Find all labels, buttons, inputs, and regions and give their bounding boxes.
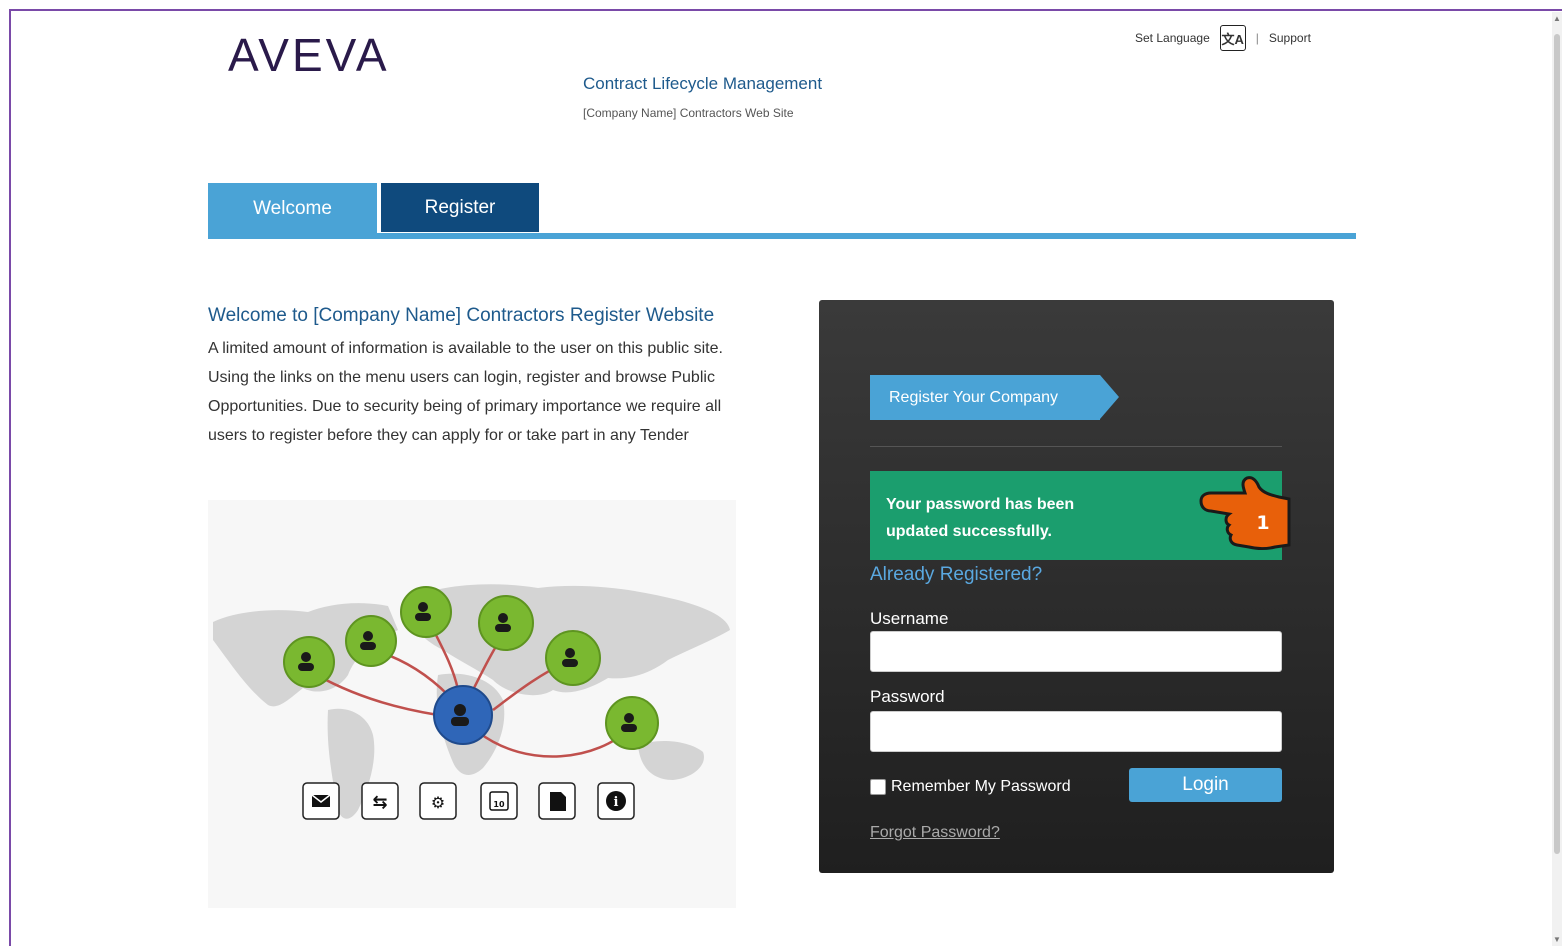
login-panel: Register Your Company Your password has … [819, 300, 1334, 873]
register-company-button[interactable]: Register Your Company [870, 375, 1120, 420]
gears-icon: ⚙ [419, 782, 457, 820]
main-tabs: Welcome Register [208, 183, 543, 235]
arrow-tip-icon [1100, 375, 1119, 419]
exchange-icon: ⇆ [361, 782, 399, 820]
welcome-text: A limited amount of information is avail… [208, 340, 723, 444]
tab-welcome[interactable]: Welcome [208, 183, 377, 235]
document-icon [538, 782, 576, 820]
panel-divider [870, 446, 1282, 447]
callout-number: 1 [1256, 512, 1269, 534]
scroll-up-arrow-icon[interactable]: ▲ [1553, 14, 1561, 23]
language-icon[interactable]: 文A [1219, 25, 1246, 51]
password-input[interactable] [870, 711, 1282, 752]
register-company-label[interactable]: Register Your Company [870, 375, 1100, 420]
scroll-down-arrow-icon[interactable]: ▼ [1553, 935, 1561, 944]
remember-checkbox[interactable] [870, 779, 886, 795]
world-map-graphic: ⇆ ⚙ 10 i [213, 584, 730, 820]
forgot-password-link[interactable]: Forgot Password? [870, 824, 1000, 842]
network-illustration: ⇆ ⚙ 10 i [208, 500, 736, 908]
svg-text:⚙: ⚙ [431, 793, 445, 812]
app-subtitle: [Company Name] Contractors Web Site [583, 106, 794, 120]
svg-text:i: i [614, 795, 619, 810]
username-label: Username [870, 609, 949, 628]
vertical-scrollbar[interactable]: ▲ ▼ [1552, 12, 1562, 946]
support-link[interactable]: Support [1269, 31, 1311, 45]
aveva-logo[interactable]: AVEVA [228, 28, 390, 82]
username-input[interactable] [870, 631, 1282, 672]
welcome-heading: Welcome to [Company Name] Contractors Re… [208, 305, 715, 326]
password-label: Password [870, 687, 945, 706]
scrollbar-thumb[interactable] [1554, 34, 1560, 854]
login-button[interactable]: Login [1129, 768, 1282, 802]
already-registered-heading: Already Registered? [870, 564, 1043, 585]
pointing-hand-icon: 1 [1199, 476, 1291, 550]
calendar-day: 10 [493, 800, 505, 809]
top-links: Set Language 文A | Support [1135, 25, 1311, 51]
tab-register[interactable]: Register [381, 183, 539, 232]
calendar-icon: 10 [480, 782, 518, 820]
svg-text:⇆: ⇆ [372, 792, 387, 813]
info-icon: i [597, 782, 635, 820]
app-title: Contract Lifecycle Management [583, 74, 823, 93]
link-separator: | [1255, 31, 1259, 45]
tab-underline [208, 233, 1356, 239]
set-language-link[interactable]: Set Language [1135, 31, 1210, 45]
remember-label[interactable]: Remember My Password [891, 778, 1071, 796]
remember-password[interactable]: Remember My Password [870, 778, 1071, 796]
envelope-icon [302, 782, 340, 820]
